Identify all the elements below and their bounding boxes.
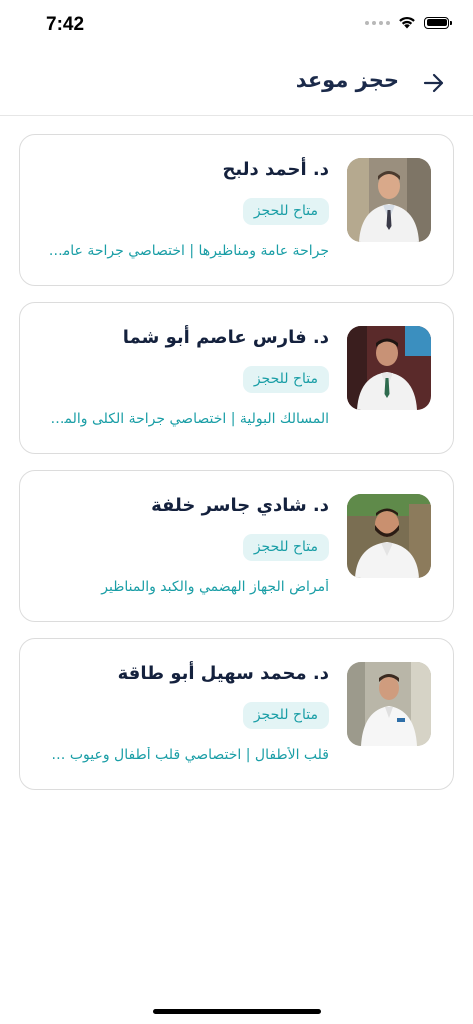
availability-badge: متاح للحجز bbox=[242, 702, 329, 729]
arrow-right-icon bbox=[423, 73, 444, 93]
doctor-name: د. فارس عاصم أبو شما bbox=[122, 327, 329, 348]
doctor-specialty: جراحة عامة ومناظيرها | اختصاصي جراحة عام… bbox=[44, 243, 329, 259]
doctor-card[interactable]: د. فارس عاصم أبو شما متاح للحجز المسالك … bbox=[19, 302, 454, 454]
doctor-specialty: أمراض الجهاز الهضمي والكبد والمناظير bbox=[101, 579, 329, 595]
doctor-name: د. محمد سهيل أبو طاقة bbox=[117, 663, 329, 684]
battery-icon bbox=[424, 16, 452, 29]
doctor-card[interactable]: د. شادي جاسر خلفة متاح للحجز أمراض الجها… bbox=[19, 470, 454, 622]
signal-dots-icon bbox=[365, 20, 390, 25]
doctor-name: د. أحمد دلبح bbox=[222, 159, 329, 180]
status-bar: 7:42 bbox=[0, 0, 473, 52]
doctor-photo bbox=[347, 158, 431, 242]
doctor-photo bbox=[347, 494, 431, 578]
doctor-specialty: قلب الأطفال | اختصاصي قلب أطفال وعيوب خل… bbox=[44, 747, 329, 763]
doctor-card[interactable]: د. أحمد دلبح متاح للحجز جراحة عامة ومناظ… bbox=[19, 134, 454, 286]
doctor-photo bbox=[347, 326, 431, 410]
back-button[interactable] bbox=[421, 70, 447, 96]
availability-badge: متاح للحجز bbox=[242, 534, 329, 561]
doctor-name: د. شادي جاسر خلفة bbox=[151, 495, 329, 516]
doctor-card[interactable]: د. محمد سهيل أبو طاقة متاح للحجز قلب الأ… bbox=[19, 638, 454, 790]
doctor-specialty: المسالك البولية | اختصاصي جراحة الكلى وا… bbox=[44, 411, 329, 427]
status-icons bbox=[365, 16, 452, 29]
availability-badge: متاح للحجز bbox=[242, 198, 329, 225]
home-indicator[interactable] bbox=[152, 1009, 321, 1014]
status-time: 7:42 bbox=[46, 14, 85, 35]
availability-badge: متاح للحجز bbox=[242, 366, 329, 393]
wifi-icon bbox=[399, 16, 415, 29]
page-title: حجز موعد bbox=[295, 68, 399, 92]
doctor-photo bbox=[347, 662, 431, 746]
header: حجز موعد bbox=[0, 52, 473, 116]
doctor-list: د. أحمد دلبح متاح للحجز جراحة عامة ومناظ… bbox=[19, 134, 454, 806]
